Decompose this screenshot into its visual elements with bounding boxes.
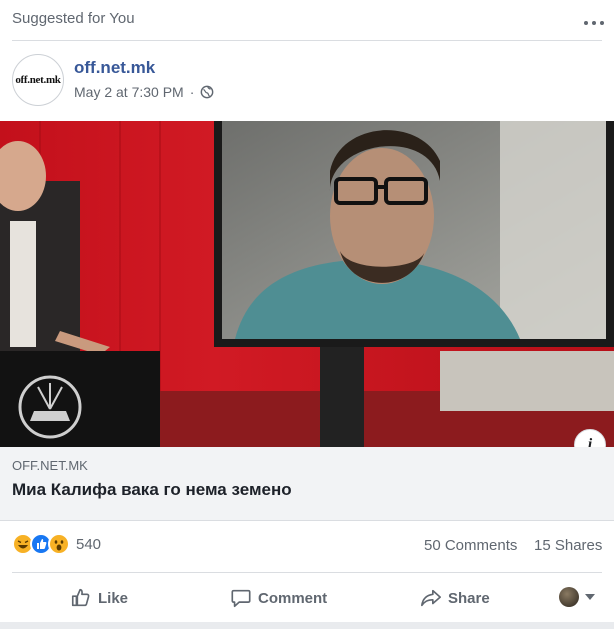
link-domain: OFF.NET.MK <box>12 458 88 473</box>
post-card: Suggested for You off.net.mk off.net.mk … <box>0 0 614 629</box>
link-preview[interactable]: OFF.NET.MK Миа Калифа вака го нема земен… <box>0 447 614 521</box>
comments-count[interactable]: 50 Comments <box>424 537 517 554</box>
comment-bubble-icon <box>231 589 251 608</box>
like-label: Like <box>98 589 129 607</box>
reactions-summary[interactable]: 540 <box>12 533 101 555</box>
reaction-count: 540 <box>76 535 102 553</box>
link-title[interactable]: Миа Калифа вака го нема земено <box>12 480 292 500</box>
video-thumbnail[interactable] <box>0 121 614 447</box>
comment-button[interactable]: Comment <box>230 584 327 612</box>
avatar-logo-text: off.net.mk <box>15 74 61 86</box>
comment-label: Comment <box>258 589 328 607</box>
share-button[interactable]: Share <box>420 584 490 612</box>
wow-reaction-icon <box>48 533 70 555</box>
share-arrow-icon <box>421 589 441 607</box>
post-as-selector[interactable] <box>559 587 595 607</box>
video-frame-graphic <box>0 121 614 447</box>
share-label: Share <box>448 589 490 607</box>
meta-dot: · <box>189 84 195 100</box>
stats-divider <box>12 572 602 573</box>
feed-separator <box>0 622 614 629</box>
like-button[interactable]: Like <box>70 584 128 612</box>
post-meta: May 2 at 7:30 PM · <box>74 84 214 100</box>
viewer-avatar <box>559 587 579 607</box>
globe-icon <box>201 85 214 99</box>
header-divider <box>12 40 602 41</box>
post-timestamp[interactable]: May 2 at 7:30 PM <box>74 84 184 100</box>
shares-count[interactable]: 15 Shares <box>534 537 602 554</box>
suggested-label: Suggested for You <box>12 10 135 27</box>
thumbs-up-icon <box>71 588 90 607</box>
page-name-link[interactable]: off.net.mk <box>74 58 155 78</box>
caret-down-icon <box>585 594 595 600</box>
more-dots-icon[interactable] <box>582 18 606 28</box>
page-avatar[interactable]: off.net.mk <box>12 54 64 106</box>
